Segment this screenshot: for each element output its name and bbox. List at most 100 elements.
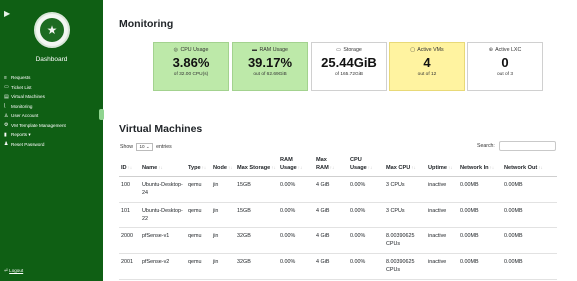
sort-icon[interactable]: ↑↓ xyxy=(128,165,133,170)
entries-select[interactable]: 10 ⌄ xyxy=(136,143,153,151)
column-header-label: Network Out xyxy=(504,164,538,171)
cell-type: qemu xyxy=(186,202,211,229)
sidebar-item-reset-password[interactable]: ♟ Reset Password xyxy=(4,140,102,150)
stat-card-label-text: Active LXC xyxy=(495,47,522,53)
column-header-label: Node xyxy=(213,164,227,171)
sort-icon[interactable]: ↑↓ xyxy=(448,165,453,170)
sort-icon[interactable]: ↑↓ xyxy=(202,165,207,170)
cell-max-storage: 15GB xyxy=(235,202,278,229)
sidebar-item-label: Requests xyxy=(11,75,31,81)
desktop-icon: ▢ xyxy=(410,47,416,53)
sort-icon[interactable]: ↑↓ xyxy=(538,165,543,170)
cell-max-ram: 4 GiB xyxy=(314,253,348,280)
table-row[interactable]: 2001 pfSense-v2 qemu jin 32GB 0.00% 4 GiB 0.00%… xyxy=(119,253,557,280)
cell-uptime: inactive xyxy=(426,176,458,203)
sort-icon[interactable]: ↑↓ xyxy=(271,165,276,170)
entries-value: 10 xyxy=(139,144,145,149)
users-icon: ♟ xyxy=(4,141,9,148)
cell-id: 101 xyxy=(119,202,140,229)
sidebar-item-virtual-machines[interactable]: ▤ Virtual Machines xyxy=(4,92,102,102)
column-header-ram-usage[interactable]: RAM Usage↑↓ xyxy=(278,155,314,178)
cell-cpu-usage: 0.00% xyxy=(348,202,384,229)
table-row[interactable]: 2000 pfSense-v1 qemu jin 32GB 0.00% 4 GiB 0.00%… xyxy=(119,227,557,255)
sidebar-item-user-account[interactable]: ♙ User Account xyxy=(4,111,102,121)
stat-card-label: ⊛ Active LXC xyxy=(468,47,542,53)
cell-id: 2001 xyxy=(119,253,140,280)
cell-node: jin xyxy=(211,202,235,229)
cell-network-in: 0.00MB xyxy=(458,253,502,280)
stat-card-value: 0 xyxy=(501,55,509,70)
sort-icon[interactable]: ↑↓ xyxy=(411,165,416,170)
column-header-uptime[interactable]: Uptime↑↓ xyxy=(426,155,458,178)
sidebar-item-reports[interactable]: ▮ Reports ▾ xyxy=(4,130,102,140)
cell-name: pfSense-v2 xyxy=(140,253,186,280)
monitoring-heading: Monitoring xyxy=(119,18,174,30)
column-header-id[interactable]: ID↑↓ xyxy=(119,155,140,178)
cell-max-ram: 4 GiB xyxy=(314,202,348,229)
sidebar-resize-handle[interactable] xyxy=(99,109,104,120)
sort-icon[interactable]: ↑↓ xyxy=(158,165,163,170)
entries-label: entries xyxy=(156,144,172,150)
chevron-right-icon[interactable]: ▶ xyxy=(4,9,10,18)
sidebar-item-monitoring[interactable]: ⌊ Monitoring xyxy=(4,102,102,112)
search-input[interactable] xyxy=(499,141,556,151)
column-header-max-storage[interactable]: Max Storage↑↓ xyxy=(235,155,278,178)
gear-icon: ⚙ xyxy=(4,122,9,129)
vm-table: ID↑↓ Name↑↓ Type↑↓ Node↑↓ Max Storage↑↓ RAM U… xyxy=(119,155,557,280)
cell-uptime: inactive xyxy=(426,253,458,280)
stat-card-label: ▬ RAM Usage xyxy=(233,47,307,53)
stat-card-ram-usage: ▬ RAM Usage 39.17% out of 62.69GiB xyxy=(232,42,308,91)
cell-uptime: inactive xyxy=(426,227,458,255)
cell-name: Ubuntu-Desktop-22 xyxy=(140,202,186,229)
cell-type: qemu xyxy=(186,227,211,255)
sidebar-item-requests[interactable]: ≡ Requests xyxy=(4,73,102,83)
stat-card-label: ▢ Active VMs xyxy=(390,47,464,53)
cell-network-out: 0.00MB xyxy=(502,202,557,229)
stat-card-value: 25.44GiB xyxy=(321,55,377,70)
column-header-node[interactable]: Node↑↓ xyxy=(211,155,235,178)
column-header-name[interactable]: Name↑↓ xyxy=(140,155,186,178)
cell-network-out: 0.00MB xyxy=(502,176,557,203)
table-body: 100 Ubuntu-Desktop-24 qemu jin 15GB 0.00% 4 Gi… xyxy=(119,176,557,280)
column-header-type[interactable]: Type↑↓ xyxy=(186,155,211,178)
sort-icon[interactable]: ↑↓ xyxy=(490,165,495,170)
cell-max-cpu: 8.00390625 CPUs xyxy=(384,227,426,255)
column-header-label: Max RAM xyxy=(316,157,329,171)
sidebar-item-vm-template-management[interactable]: ⚙ VM Template Management xyxy=(4,121,102,131)
sidebar-item-label: User Account xyxy=(11,113,39,119)
table-row[interactable]: 100 Ubuntu-Desktop-24 qemu jin 15GB 0.00% 4 Gi… xyxy=(119,176,557,203)
cell-max-cpu: 3 CPUs xyxy=(384,202,426,229)
sort-icon[interactable]: ↑↓ xyxy=(368,165,373,170)
column-header-max-cpu[interactable]: Max CPU↑↓ xyxy=(384,155,426,178)
stat-card-storage: ▭ Storage 25.44GiB of 165.72GiB xyxy=(311,42,387,91)
column-header-network-out[interactable]: Network Out↑↓ xyxy=(502,155,557,178)
sidebar-item-label: Monitoring xyxy=(11,103,33,109)
cell-max-ram: 4 GiB xyxy=(314,176,348,203)
entries-length-control: Show 10 ⌄ entries xyxy=(120,143,172,151)
sort-icon[interactable]: ↑↓ xyxy=(228,165,233,170)
cell-cpu-usage: 0.00% xyxy=(348,253,384,280)
show-label: Show xyxy=(120,144,133,150)
cell-node: jin xyxy=(211,227,235,255)
sidebar-item-ticket-list[interactable]: ▭ Ticket List xyxy=(4,83,102,93)
column-header-label: RAM Usage xyxy=(280,157,297,171)
hdd-icon: ▭ xyxy=(336,47,341,53)
file-icon: ▮ xyxy=(4,131,7,138)
column-header-max-ram[interactable]: Max RAM↑↓ xyxy=(314,155,348,178)
cell-network-out: 0.00MB xyxy=(502,253,557,280)
stat-card-label: ◎ CPU Usage xyxy=(154,47,228,53)
server-icon: ▤ xyxy=(4,93,9,100)
logout-link[interactable]: ⏎ Logout xyxy=(4,268,23,274)
sort-icon[interactable]: ↑↓ xyxy=(298,165,303,170)
column-header-label: Max CPU xyxy=(386,164,411,171)
cell-network-in: 0.00MB xyxy=(458,227,502,255)
sort-icon[interactable]: ↑↓ xyxy=(330,165,335,170)
column-header-network-in[interactable]: Network In↑↓ xyxy=(458,155,502,178)
column-header-cpu-usage[interactable]: CPU Usage↑↓ xyxy=(348,155,384,178)
stat-card-cpu-usage: ◎ CPU Usage 3.86% of 32.00 CPU(s) xyxy=(153,42,229,91)
cell-network-in: 0.00MB xyxy=(458,176,502,203)
table-row[interactable]: 101 Ubuntu-Desktop-22 qemu jin 15GB 0.00% 4 Gi… xyxy=(119,202,557,229)
stat-card-subtext: of 165.72GiB xyxy=(334,72,363,77)
cell-type: qemu xyxy=(186,253,211,280)
memory-icon: ▬ xyxy=(251,47,257,53)
